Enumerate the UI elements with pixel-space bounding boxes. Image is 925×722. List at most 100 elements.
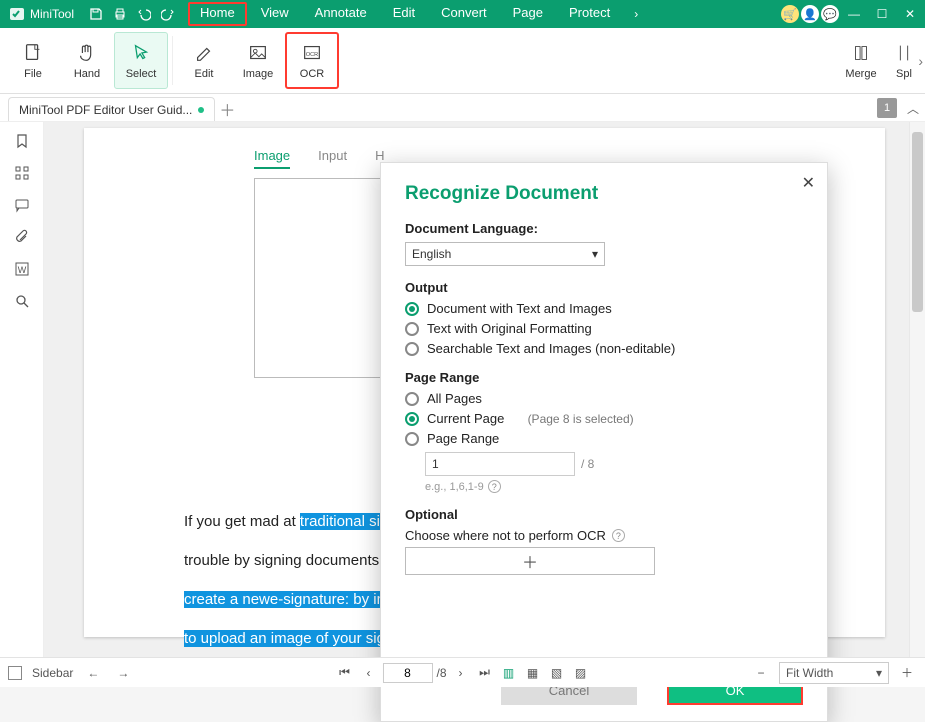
ribbon-ocr[interactable]: OCR OCR xyxy=(285,32,339,89)
sidebar-toggle-icon[interactable] xyxy=(8,666,22,680)
collapse-ribbon-icon[interactable]: ︿ xyxy=(907,100,919,117)
view-single-icon[interactable]: ▥ xyxy=(499,663,519,683)
output-option-doc-label: Document with Text and Images xyxy=(427,301,612,316)
page-navigator: ⏮ ‹ /8 › ⏭ ▥ ▦ ▧ ▨ xyxy=(334,663,590,683)
zoom-select[interactable]: Fit Width ▾ xyxy=(779,662,889,684)
text-line1a: If you get mad at xyxy=(184,513,300,530)
output-option-text[interactable]: Text with Original Formatting xyxy=(405,321,803,336)
minimize-button[interactable]: — xyxy=(841,2,867,26)
menu-more-icon[interactable]: › xyxy=(624,2,648,26)
help-icon[interactable]: ? xyxy=(612,529,625,542)
undo-icon[interactable] xyxy=(132,2,156,26)
account-icon[interactable]: 👤 xyxy=(801,5,819,23)
plus-icon: ＋ xyxy=(522,549,538,573)
next-arrow-icon[interactable]: → xyxy=(113,663,133,683)
maximize-button[interactable]: ☐ xyxy=(869,2,895,26)
menu-annotate[interactable]: Annotate xyxy=(303,2,379,26)
app-name: MiniTool xyxy=(30,7,74,21)
view-continuous-icon[interactable]: ▦ xyxy=(523,663,543,683)
close-button[interactable]: ✕ xyxy=(897,2,923,26)
attachments-icon[interactable] xyxy=(13,228,31,246)
ribbon-image[interactable]: Image xyxy=(231,32,285,89)
titlebar: MiniTool Home View Annotate Edit Convert… xyxy=(0,0,925,28)
first-page-icon[interactable]: ⏮ xyxy=(334,663,354,683)
dialog-title: Recognize Document xyxy=(405,183,803,205)
chat-icon[interactable]: 💬 xyxy=(821,5,839,23)
zoom-in-icon[interactable]: ＋ xyxy=(897,663,917,683)
view-facing-icon[interactable]: ▧ xyxy=(547,663,567,683)
ribbon-select[interactable]: Select xyxy=(114,32,168,89)
range-current[interactable]: Current Page (Page 8 is selected) xyxy=(405,411,803,426)
document-tab[interactable]: MiniTool PDF Editor User Guid... xyxy=(8,97,215,121)
bookmark-icon[interactable] xyxy=(13,132,31,150)
vertical-scrollbar[interactable] xyxy=(909,122,925,657)
ribbon-split[interactable]: Spl xyxy=(889,42,919,80)
ribbon-merge[interactable]: Merge xyxy=(839,42,883,80)
scrollbar-thumb[interactable] xyxy=(912,132,923,312)
recognize-document-dialog: ✕ Recognize Document Document Language: … xyxy=(380,162,828,722)
optional-label: Optional xyxy=(405,507,803,522)
chevron-down-icon: ▾ xyxy=(592,247,598,261)
output-option-searchable[interactable]: Searchable Text and Images (non-editable… xyxy=(405,341,803,356)
menu-home[interactable]: Home xyxy=(188,2,247,26)
range-all[interactable]: All Pages xyxy=(405,391,803,406)
output-option-text-label: Text with Original Formatting xyxy=(427,321,592,336)
range-current-hint: (Page 8 is selected) xyxy=(528,412,634,426)
radio-off-icon xyxy=(405,432,419,446)
page-range-input[interactable] xyxy=(425,452,575,476)
sidebar-label[interactable]: Sidebar xyxy=(32,666,73,680)
menu-convert[interactable]: Convert xyxy=(429,2,499,26)
page-tab-image[interactable]: Image xyxy=(254,148,290,169)
ribbon-edit[interactable]: Edit xyxy=(177,32,231,89)
optional-hint: Choose where not to perform OCR xyxy=(405,528,606,543)
next-page-icon[interactable]: › xyxy=(451,663,471,683)
text-line3: create a newe-signature: by ima xyxy=(184,591,397,608)
search-icon[interactable] xyxy=(13,292,31,310)
cart-icon[interactable]: 🛒 xyxy=(781,5,799,23)
range-current-label: Current Page xyxy=(427,411,504,426)
page-content-tabs: Image Input H xyxy=(254,148,384,169)
view-grid-icon[interactable]: ▨ xyxy=(571,663,591,683)
add-exclusion-area[interactable]: ＋ xyxy=(405,547,655,575)
comments-icon[interactable] xyxy=(13,196,31,214)
last-page-icon[interactable]: ⏭ xyxy=(475,663,495,683)
language-select-value: English xyxy=(412,247,451,261)
ribbon-hand-label: Hand xyxy=(74,68,100,80)
language-select[interactable]: English ▾ xyxy=(405,242,605,266)
prev-arrow-icon[interactable]: ← xyxy=(83,663,103,683)
document-tab-title: MiniTool PDF Editor User Guid... xyxy=(19,103,192,117)
range-custom[interactable]: Page Range xyxy=(405,431,803,446)
radio-on-icon xyxy=(405,302,419,316)
ribbon-file[interactable]: File xyxy=(6,32,60,89)
page-tab-input[interactable]: Input xyxy=(318,148,347,169)
prev-page-icon[interactable]: ‹ xyxy=(358,663,378,683)
output-option-doc[interactable]: Document with Text and Images xyxy=(405,301,803,316)
redo-icon[interactable] xyxy=(156,2,180,26)
help-icon[interactable]: ? xyxy=(488,480,501,493)
text-line1b: traditional sig xyxy=(300,513,388,530)
zoom-out-icon[interactable]: − xyxy=(751,663,771,683)
menu-view[interactable]: View xyxy=(249,2,301,26)
work-area: W Image Input H If you get mad at tradit… xyxy=(0,122,925,657)
thumbnails-icon[interactable] xyxy=(13,164,31,182)
zoom-select-label: Fit Width xyxy=(786,666,833,680)
range-all-label: All Pages xyxy=(427,391,482,406)
ribbon-overflow-icon[interactable]: › xyxy=(918,53,923,69)
chevron-down-icon: ▾ xyxy=(876,666,882,680)
page-number-input[interactable] xyxy=(382,663,432,683)
ribbon-file-label: File xyxy=(24,68,42,80)
ribbon-edit-label: Edit xyxy=(195,68,214,80)
save-icon[interactable] xyxy=(84,2,108,26)
page-range-total: / 8 xyxy=(581,457,594,471)
menu-page[interactable]: Page xyxy=(501,2,555,26)
ribbon-hand[interactable]: Hand xyxy=(60,32,114,89)
page-range-example-text: e.g., 1,6,1-9 xyxy=(425,481,484,493)
menu-edit[interactable]: Edit xyxy=(381,2,427,26)
add-tab-button[interactable]: ＋ xyxy=(215,97,239,121)
ribbon-merge-label: Merge xyxy=(845,68,876,80)
output-option-searchable-label: Searchable Text and Images (non-editable… xyxy=(427,341,675,356)
dialog-close-button[interactable]: ✕ xyxy=(802,173,815,193)
word-icon[interactable]: W xyxy=(13,260,31,278)
print-icon[interactable] xyxy=(108,2,132,26)
menu-protect[interactable]: Protect xyxy=(557,2,622,26)
